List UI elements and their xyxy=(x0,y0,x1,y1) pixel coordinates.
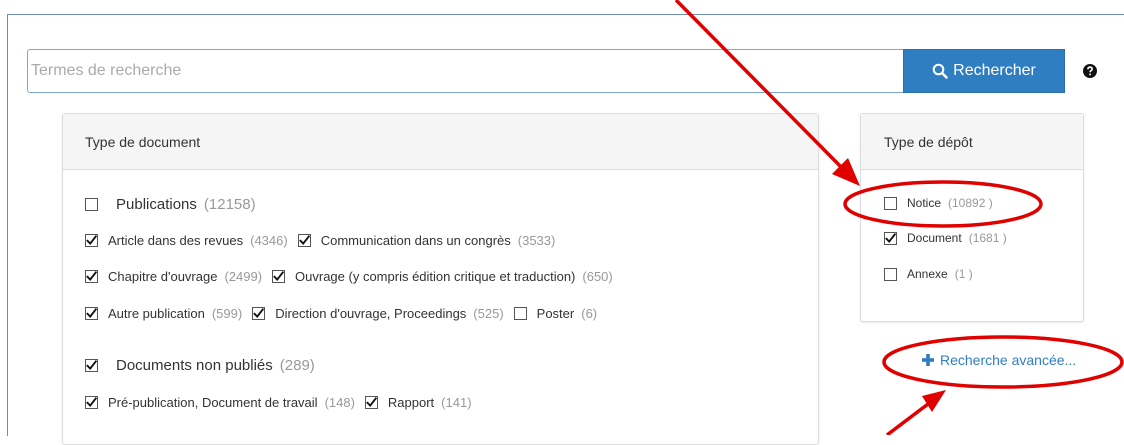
filter-option-label: Poster xyxy=(536,306,575,321)
filter-option[interactable]: Annexe (1 ) xyxy=(884,267,973,281)
filter-line: Pré-publication, Document de travail (148… xyxy=(85,395,482,410)
filter-option-label: Publications xyxy=(116,196,197,213)
filter-option-label: Documents non publiés xyxy=(116,357,273,374)
filter-option-label: Direction d'ouvrage, Proceedings xyxy=(275,306,467,321)
filter-option-label: Autre publication xyxy=(108,306,205,321)
filter-option-label: Rapport xyxy=(387,395,435,410)
checkbox-unchecked[interactable] xyxy=(884,267,897,281)
filter-group: Documents non publiés (289) xyxy=(85,357,325,374)
advanced-search-label: Recherche avancée... xyxy=(940,352,1077,368)
filter-option-count: (1681 ) xyxy=(968,231,1007,245)
filter-option-count: (4346) xyxy=(250,233,288,248)
checkbox-checked[interactable] xyxy=(884,231,897,245)
filter-option-label: Communication dans un congrès xyxy=(320,233,511,248)
advanced-search-link[interactable]: Recherche avancée... xyxy=(922,352,1076,368)
filter-option-count: (148) xyxy=(324,395,355,410)
checkbox-unchecked[interactable] xyxy=(513,307,527,320)
filter-option[interactable]: Autre publication (599) xyxy=(85,306,242,321)
filter-option[interactable]: Communication dans un congrès (3533) xyxy=(297,233,556,248)
filter-option[interactable]: Notice (10892 ) xyxy=(884,196,993,210)
deposit-filter-line: Annexe (1 ) xyxy=(884,267,983,281)
filter-option-count: (141) xyxy=(441,395,472,410)
deposit-type-panel-title: Type de dépôt xyxy=(861,114,1083,170)
filter-line: Chapitre d'ouvrage (2499) Ouvrage (y compr… xyxy=(85,269,623,284)
filter-option-label: Chapitre d'ouvrage xyxy=(108,269,218,284)
filter-option-count: (6) xyxy=(581,306,598,321)
deposit-filter-line: Notice (10892 ) xyxy=(884,196,1003,210)
checkbox-unchecked[interactable] xyxy=(884,196,897,210)
checkbox-checked[interactable] xyxy=(252,307,266,320)
filter-option[interactable]: Poster (6) xyxy=(513,306,598,321)
deposit-filter-line: Document (1681 ) xyxy=(884,231,1017,245)
search-button[interactable]: Rechercher xyxy=(903,49,1065,93)
filter-option-count: (289) xyxy=(279,357,315,374)
filter-option-count: (12158) xyxy=(203,196,256,213)
filter-option-count: (3533) xyxy=(517,233,556,248)
filter-option[interactable]: Direction d'ouvrage, Proceedings (525) xyxy=(252,306,504,321)
filter-option[interactable]: Documents non publiés (289) xyxy=(85,357,315,374)
filter-option[interactable]: Document (1681 ) xyxy=(884,231,1007,245)
document-type-panel-title: Type de document xyxy=(63,114,818,170)
filter-option-count: (10892 ) xyxy=(948,196,993,210)
filter-option-label: Ouvrage (y compris édition critique et t… xyxy=(295,269,576,284)
checkbox-checked[interactable] xyxy=(272,270,286,283)
checkbox-checked[interactable] xyxy=(85,234,98,247)
filter-option-count: (525) xyxy=(473,306,504,321)
filter-option-label: Article dans des revues xyxy=(108,233,244,248)
filter-option[interactable]: Publications (12158) xyxy=(85,196,256,213)
checkbox-checked[interactable] xyxy=(85,359,98,372)
checkbox-checked[interactable] xyxy=(85,270,98,283)
filter-option[interactable]: Ouvrage (y compris édition critique et t… xyxy=(272,269,613,284)
help-button[interactable] xyxy=(1065,49,1115,93)
filter-option-count: (1 ) xyxy=(954,267,973,281)
deposit-type-panel: Type de dépôt Notice (10892 ) Document (168… xyxy=(860,113,1084,322)
filter-option-label: Annexe xyxy=(907,267,948,281)
filter-line: Autre publication (599) Direction d'ouvrag… xyxy=(85,306,607,321)
filter-option-count: (2499) xyxy=(224,269,263,284)
filter-option-label: Document xyxy=(907,231,962,245)
filter-option-count: (599) xyxy=(211,306,243,321)
filter-line: Article dans des revues (4346) Communicati… xyxy=(85,233,565,248)
filter-option[interactable]: Rapport (141) xyxy=(364,395,472,410)
search-icon xyxy=(932,63,948,79)
filter-option[interactable]: Article dans des revues (4346) xyxy=(85,233,288,248)
filter-option-label: Notice xyxy=(907,196,942,210)
filter-option[interactable]: Pré-publication, Document de travail (148… xyxy=(85,395,355,410)
filter-option-count: (650) xyxy=(582,269,613,284)
filter-option[interactable]: Chapitre d'ouvrage (2499) xyxy=(85,269,262,284)
search-button-label: Rechercher xyxy=(953,62,1036,79)
search-input[interactable] xyxy=(27,49,903,93)
question-circle-icon xyxy=(1083,64,1097,78)
checkbox-checked[interactable] xyxy=(297,234,311,247)
checkbox-checked[interactable] xyxy=(85,307,98,320)
document-type-panel: Type de document Publications (12158) Arti… xyxy=(62,113,819,445)
checkbox-checked[interactable] xyxy=(364,396,378,409)
plus-icon xyxy=(922,354,934,366)
filter-group: Publications (12158) xyxy=(85,196,266,213)
checkbox-unchecked[interactable] xyxy=(85,198,98,211)
checkbox-checked[interactable] xyxy=(85,396,98,409)
filter-option-label: Pré-publication, Document de travail xyxy=(108,395,318,410)
